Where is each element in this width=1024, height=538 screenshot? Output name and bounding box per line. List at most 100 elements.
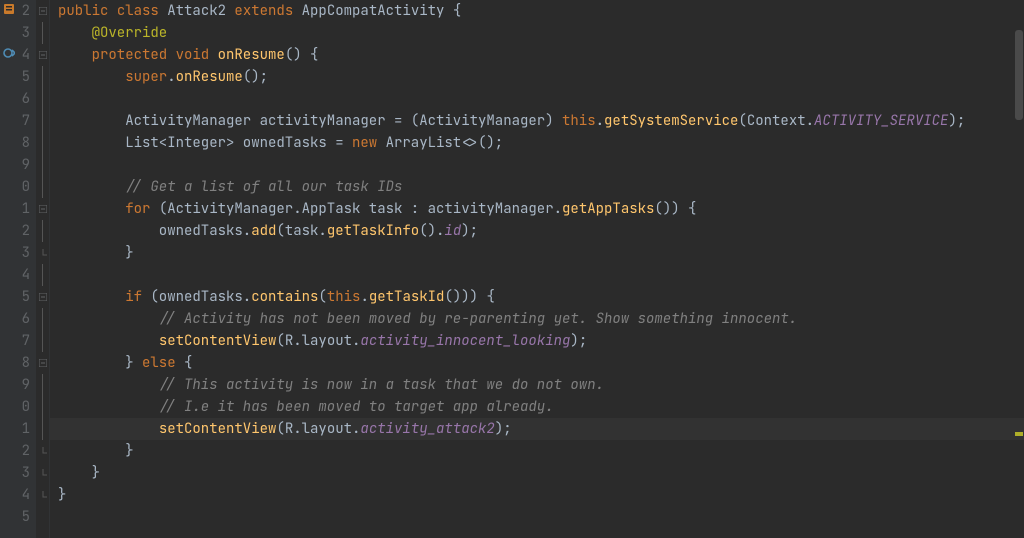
code-token: id [444,222,461,240]
code-line[interactable] [50,154,1024,176]
line-number: 8 [0,352,32,374]
code-token: getAppTasks [562,200,654,218]
line-number: 0 [0,396,32,418]
code-line[interactable]: } [50,462,1024,484]
code-line[interactable]: } [50,440,1024,462]
scrollbar-thumb[interactable] [1015,30,1023,120]
code-line[interactable]: } [50,484,1024,506]
code-token: getTaskId [369,288,445,306]
fold-guide [36,330,49,352]
code-token: (); [243,68,268,86]
code-line[interactable]: for (ActivityManager.AppTask task : acti… [50,198,1024,220]
code-token: setContentView [159,420,277,438]
fold-guide [36,396,49,418]
code-token: setContentView [159,332,277,350]
fold-guide [36,418,49,440]
code-token: void [176,46,218,64]
code-line[interactable]: super.onResume(); [50,66,1024,88]
code-token: (task. [276,222,326,240]
line-number-gutter: 234567890123456789012345 [0,0,36,538]
line-number: 3 [0,242,32,264]
code-line[interactable] [50,264,1024,286]
code-token: this [562,112,596,130]
line-number: 0 [0,176,32,198]
code-token: getSystemService [604,112,738,130]
fold-guide [36,66,49,88]
fold-toggle-open-icon[interactable] [36,286,49,308]
code-line[interactable]: public class Attack2 extends AppCompatAc… [50,0,1024,22]
code-line[interactable]: ActivityManager activityManager = (Activ… [50,110,1024,132]
code-line[interactable] [50,88,1024,110]
code-line[interactable]: protected void onResume() { [50,44,1024,66]
code-token [58,178,125,196]
code-token: } [58,244,134,262]
code-token: this [327,288,361,306]
code-token: ArrayList<>(); [386,134,504,152]
code-line[interactable]: @Override [50,22,1024,44]
code-line[interactable]: } else { [50,352,1024,374]
code-token: (Context. [738,112,814,130]
code-token: else [142,354,184,372]
code-line[interactable]: // Get a list of all our task IDs [50,176,1024,198]
line-number: 4 [0,264,32,286]
fold-guide [36,132,49,154]
vertical-scrollbar[interactable] [1014,0,1024,538]
override-method-icon[interactable] [2,46,16,60]
fold-toggle-open-icon[interactable] [36,198,49,220]
code-token: contains [251,288,318,306]
code-token: AppCompatActivity [302,2,453,20]
code-token: ()) { [654,200,696,218]
line-number: 6 [0,308,32,330]
fold-end-icon [36,242,49,264]
code-line[interactable]: setContentView(R.layout.activity_attack2… [50,418,1024,440]
fold-guide [36,374,49,396]
code-area[interactable]: public class Attack2 extends AppCompatAc… [50,0,1024,538]
code-line[interactable]: // I.e it has been moved to target app a… [50,396,1024,418]
line-number: 1 [0,198,32,220]
code-token: class [117,2,167,20]
code-token: ActivityManager activityManager = (Activ… [58,112,562,130]
code-token: // Activity has not been moved by re-par… [159,310,797,328]
code-token: (ownedTasks. [150,288,251,306]
fold-end-icon [36,440,49,462]
code-token: { [184,354,192,372]
code-token: // I.e it has been moved to target app a… [159,398,554,416]
code-token: onResume [218,46,285,64]
fold-toggle-open-icon[interactable] [36,44,49,66]
code-token [58,200,125,218]
code-token: super [125,68,167,86]
code-token [58,46,92,64]
code-token: } [58,464,100,482]
code-token: . [360,288,368,306]
code-token [58,420,159,438]
fold-column[interactable] [36,0,50,538]
fold-end-icon [36,484,49,506]
code-token: (R.layout. [276,420,360,438]
fold-guide [36,22,49,44]
fold-toggle-open-icon[interactable] [36,0,49,22]
line-number: 4 [0,484,32,506]
code-token: @Override [92,24,168,42]
code-line[interactable]: setContentView(R.layout.activity_innocen… [50,330,1024,352]
line-number: 5 [0,286,32,308]
code-token [58,398,159,416]
code-token: ACTIVITY_SERVICE [814,112,948,130]
code-line[interactable]: } [50,242,1024,264]
code-token [58,68,125,86]
code-line[interactable]: // This activity is now in a task that w… [50,374,1024,396]
line-number: 7 [0,330,32,352]
code-token: (). [419,222,444,240]
code-editor[interactable]: 234567890123456789012345 public class At… [0,0,1024,538]
scrollbar-warning-marker[interactable] [1015,432,1023,436]
file-changed-icon [2,2,16,16]
code-line[interactable]: ownedTasks.add(task.getTaskInfo().id); [50,220,1024,242]
code-token: (ActivityManager.AppTask task : activity… [159,200,562,218]
fold-toggle-open-icon[interactable] [36,352,49,374]
code-token: (R.layout. [276,332,360,350]
code-line[interactable]: List<Integer> ownedTasks = new ArrayList… [50,132,1024,154]
code-line[interactable]: if (ownedTasks.contains(this.getTaskId()… [50,286,1024,308]
code-line[interactable]: // Activity has not been moved by re-par… [50,308,1024,330]
fold-guide [36,220,49,242]
code-line[interactable] [50,506,1024,528]
code-token: onResume [176,68,243,86]
